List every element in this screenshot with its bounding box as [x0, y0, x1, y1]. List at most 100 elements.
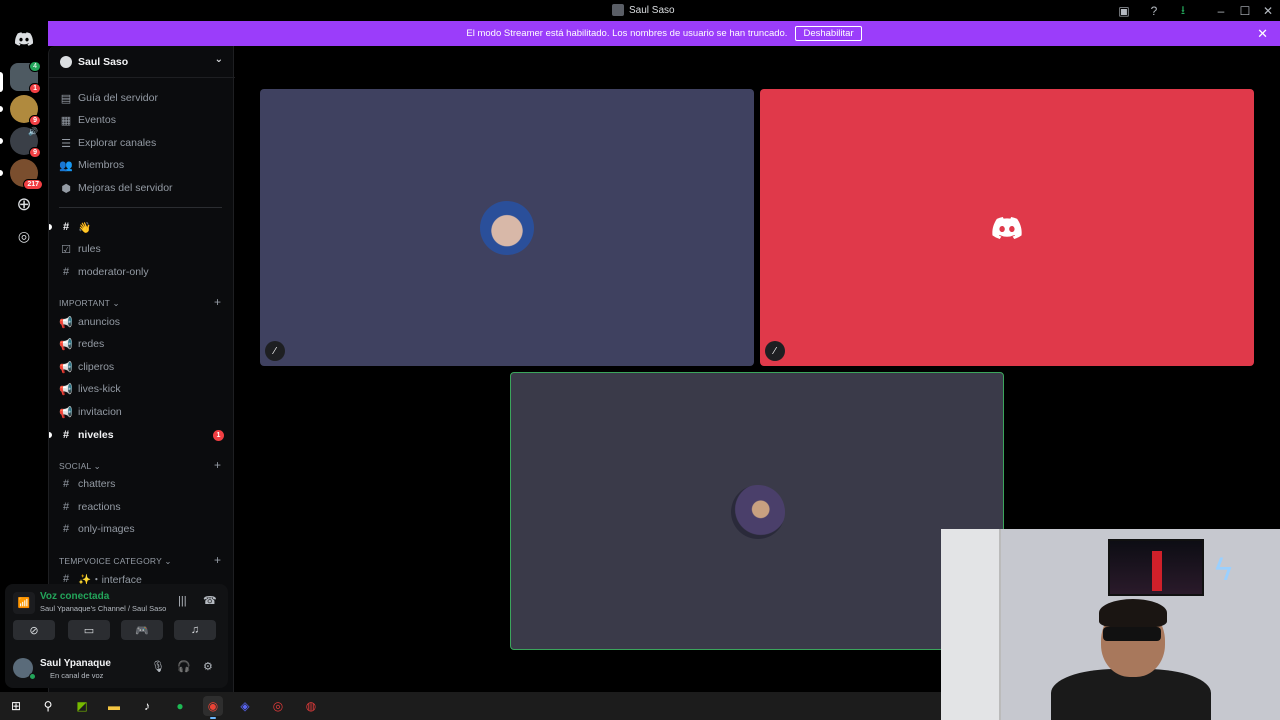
- activities-button[interactable]: 🎮: [121, 620, 163, 640]
- camera-off-button[interactable]: ⊘: [13, 620, 55, 640]
- participant-tile-1[interactable]: ⁄: [260, 89, 754, 366]
- app-red-icon[interactable]: ◎: [268, 696, 288, 716]
- disconnect-icon[interactable]: ☎: [203, 594, 217, 607]
- participant-tile-2[interactable]: ⁄: [760, 89, 1254, 366]
- hash-icon: #: [62, 429, 70, 441]
- hash-icon: #: [62, 501, 70, 513]
- create-channel-icon[interactable]: +: [214, 458, 221, 472]
- hash-icon: #: [62, 523, 70, 535]
- participant-tile-3-speaking[interactable]: [510, 372, 1004, 650]
- close-window-icon[interactable]: ✕: [1260, 3, 1276, 19]
- channel-cliperos[interactable]: 📢 cliperos: [59, 358, 115, 376]
- hash-icon: #: [62, 221, 70, 233]
- soundboard-icon: ♫: [190, 624, 200, 636]
- category-label: SOCIAL: [59, 461, 92, 471]
- server-icon-1[interactable]: 4 1: [10, 61, 41, 94]
- webcam-overlay: ϟ: [941, 529, 1280, 720]
- unread-pip: [0, 170, 3, 176]
- window-titlebar: Saul Saso ▣ ? ⭳ – ☐ ✕: [0, 0, 1280, 21]
- server-header[interactable]: Saul Saso ⌄: [49, 46, 235, 78]
- nav-browse-channels[interactable]: ☰ Explorar canales: [60, 134, 156, 152]
- muted-mic-icon: ⁄: [765, 341, 785, 361]
- inbox-icon[interactable]: ▣: [1116, 3, 1132, 19]
- nav-members[interactable]: 👥 Miembros: [59, 156, 124, 174]
- channel-label: anuncios: [78, 316, 121, 328]
- channel-moderator-only[interactable]: # moderator-only: [60, 263, 149, 281]
- server-name: Saul Saso: [78, 55, 129, 68]
- soundboard-button[interactable]: ♫: [174, 620, 216, 640]
- rules-icon: ☑: [61, 243, 71, 256]
- disable-streamer-button[interactable]: Deshabilitar: [795, 26, 862, 41]
- channel-label: rules: [78, 243, 101, 255]
- server-2-badge: 9: [29, 115, 41, 126]
- megaphone-icon: 📢: [59, 361, 73, 374]
- unread-indicator: [49, 224, 52, 230]
- microphone-icon[interactable]: 🎙: [151, 660, 165, 673]
- category-social[interactable]: SOCIAL ⌄: [59, 461, 101, 472]
- channel-label: 👋: [78, 221, 92, 234]
- category-important[interactable]: IMPORTANT ⌄: [59, 298, 120, 309]
- download-icon[interactable]: ⭳: [1175, 3, 1191, 19]
- channel-reactions[interactable]: # reactions: [60, 498, 121, 516]
- discord-taskbar-icon[interactable]: ◈: [235, 696, 255, 716]
- megaphone-icon: 📢: [59, 406, 73, 419]
- channel-label: cliperos: [78, 361, 115, 373]
- muted-mic-icon: ⁄: [265, 341, 285, 361]
- nav-events[interactable]: ▦ Eventos: [60, 111, 116, 129]
- nav-label: Guía del servidor: [78, 92, 158, 104]
- tiktok-icon[interactable]: ♪: [137, 696, 157, 716]
- chrome-icon[interactable]: ◉: [203, 696, 223, 719]
- windows-start-icon[interactable]: ⊞: [6, 696, 26, 716]
- channel-anuncios[interactable]: 📢 anuncios: [59, 313, 121, 331]
- create-channel-icon[interactable]: +: [214, 553, 221, 567]
- close-banner-icon[interactable]: ✕: [1257, 26, 1268, 42]
- maximize-icon[interactable]: ☐: [1237, 3, 1253, 19]
- category-tempvoice[interactable]: TEMPVOICE CATEGORY ⌄: [59, 556, 172, 567]
- channel-only-images[interactable]: # only-images: [60, 520, 135, 538]
- calendar-icon: ▦: [60, 114, 72, 127]
- channel-chatters[interactable]: # chatters: [60, 475, 115, 493]
- server-icon-2[interactable]: 9: [10, 95, 41, 126]
- spotify-icon[interactable]: ●: [170, 696, 190, 716]
- server-icon-4[interactable]: 217: [10, 159, 43, 190]
- channel-lives-kick[interactable]: 📢 lives-kick: [59, 380, 120, 398]
- headphones-icon[interactable]: 🎧: [177, 660, 191, 673]
- search-icon[interactable]: ⚲: [38, 696, 58, 716]
- app-record-icon[interactable]: ◍: [301, 696, 321, 716]
- lightning-neon-icon: ϟ: [1215, 551, 1232, 587]
- server-icon-3[interactable]: 🔊 9: [10, 127, 41, 158]
- discord-home-button[interactable]: [10, 25, 38, 53]
- channel-niveles[interactable]: # niveles 1: [49, 426, 224, 444]
- file-explorer-icon[interactable]: ▬: [104, 696, 124, 716]
- explore-servers-icon[interactable]: ◎: [10, 222, 38, 250]
- channel-invitacion[interactable]: 📢 invitacion: [59, 403, 122, 421]
- channel-redes[interactable]: 📢 redes: [59, 335, 104, 353]
- webcam-background-door: [941, 529, 1001, 720]
- minimize-icon[interactable]: –: [1213, 3, 1229, 19]
- nvidia-icon[interactable]: ◩: [72, 696, 92, 716]
- username[interactable]: Saul Ypanaque: [40, 658, 111, 669]
- channel-label: niveles: [78, 429, 114, 441]
- online-status-icon: [29, 673, 36, 680]
- screen-share-icon: ▭: [83, 624, 95, 637]
- voice-channel-path[interactable]: Saul Ypanaque's Channel / Saul Saso: [40, 604, 166, 613]
- add-server-icon[interactable]: ⊕: [10, 190, 38, 218]
- voice-status-title[interactable]: Voz conectada: [40, 591, 109, 602]
- create-channel-icon[interactable]: +: [214, 295, 221, 309]
- screen-share-button[interactable]: ▭: [68, 620, 110, 640]
- channel-rules[interactable]: ☑ rules: [60, 240, 101, 258]
- unread-indicator: [49, 432, 52, 438]
- chevron-down-icon: ⌄: [93, 461, 101, 471]
- app-icon: [612, 4, 624, 16]
- channel-label: moderator-only: [78, 266, 149, 278]
- nav-server-boost[interactable]: ⬢ Mejoras del servidor: [60, 179, 172, 197]
- channel-label: only-images: [78, 523, 135, 535]
- chevron-down-icon: ⌄: [164, 556, 172, 566]
- nav-server-guide[interactable]: ▤ Guía del servidor: [60, 89, 158, 107]
- help-icon[interactable]: ?: [1146, 3, 1162, 19]
- signal-icon[interactable]: 📶: [13, 592, 35, 614]
- noise-suppression-icon[interactable]: |||: [178, 595, 187, 607]
- channel-wave[interactable]: # 👋: [49, 218, 92, 236]
- settings-gear-icon[interactable]: ⚙: [203, 660, 213, 673]
- channels-icon: ☰: [61, 137, 71, 150]
